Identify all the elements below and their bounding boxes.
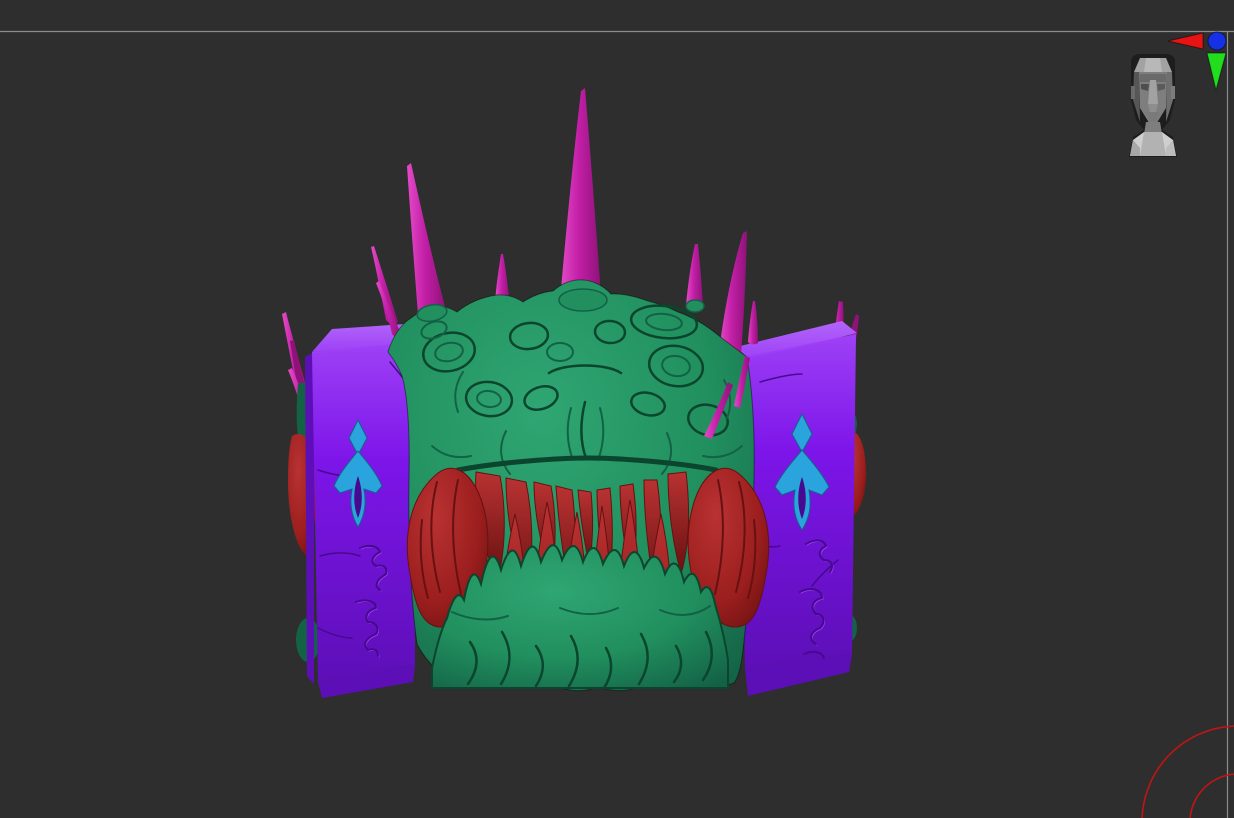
camera-head-icon[interactable] xyxy=(1129,54,1177,157)
axis-z-sphere[interactable] xyxy=(1207,31,1227,51)
viewport-stage xyxy=(0,0,1234,818)
mouth xyxy=(406,455,770,690)
viewport-canvas[interactable] xyxy=(0,0,1234,818)
